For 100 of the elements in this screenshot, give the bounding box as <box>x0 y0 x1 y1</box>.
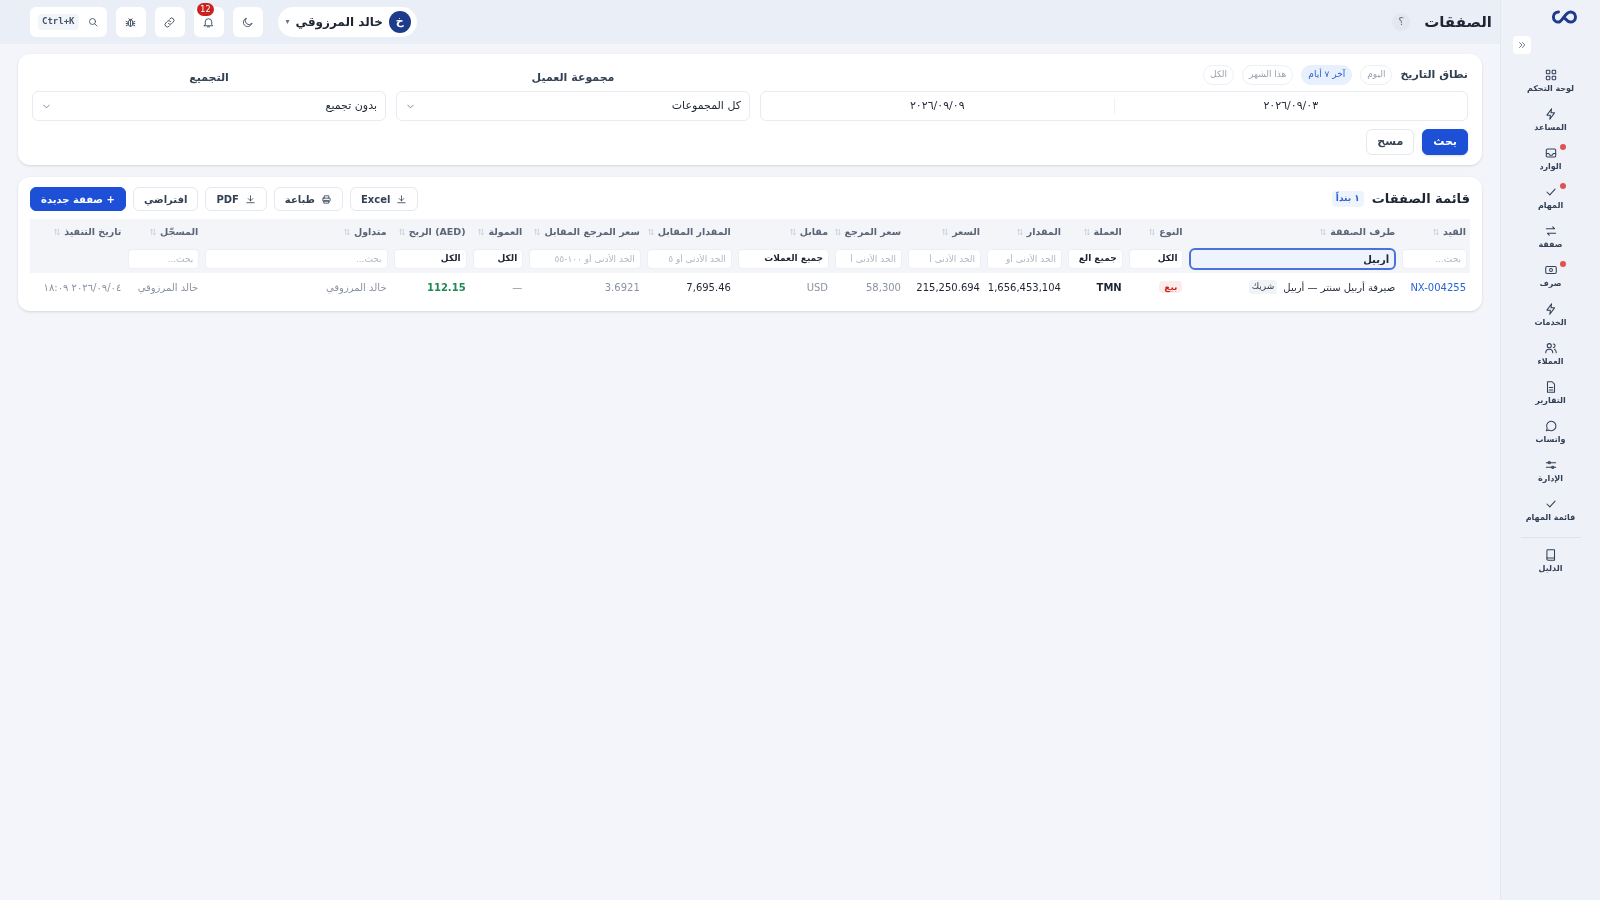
table-cell: خالد المرزوقي <box>137 281 199 293</box>
sidebar-item[interactable]: الدليل <box>1515 548 1586 574</box>
bug-report-button[interactable] <box>115 7 146 37</box>
search-button[interactable]: Ctrl+K <box>30 7 107 37</box>
sort-icon <box>1319 228 1328 236</box>
lightning-icon <box>1543 302 1558 316</box>
toolbar-button[interactable]: طباعة <box>273 187 343 211</box>
sidebar-item[interactable]: صفقة <box>1515 224 1586 250</box>
sell-badge: بيع <box>1159 281 1183 294</box>
column-header[interactable]: المسجّل <box>149 224 199 240</box>
sort-icon <box>1082 228 1091 236</box>
column-header[interactable]: القيد <box>1431 224 1466 240</box>
sort-icon <box>833 228 842 236</box>
sidebar-item[interactable]: المهام <box>1515 185 1586 211</box>
swap-arrows-icon <box>1543 224 1558 238</box>
download-icon <box>396 193 408 205</box>
partner-tag: شريك <box>1248 280 1278 294</box>
sort-icon <box>342 228 351 236</box>
sidebar-item[interactable]: الخدمات <box>1515 302 1586 328</box>
date-preset-chip[interactable]: آخر ٧ أيام <box>1301 65 1353 85</box>
filter-dropdown[interactable]: جميع العملات <box>737 249 830 269</box>
sidebar-item[interactable]: صرف <box>1515 263 1586 289</box>
filter-dropdown[interactable]: الكل <box>393 249 467 269</box>
column-header[interactable]: المقدار <box>1015 224 1061 240</box>
column-header[interactable]: المقدار المقابل <box>646 224 731 240</box>
search-icon <box>86 16 99 28</box>
column-header[interactable]: السعر <box>941 224 980 240</box>
table-cell-text: صيرفة أربيل سنتر — أربيل <box>1283 280 1396 295</box>
link-button[interactable] <box>154 7 185 37</box>
table-cell: 1,656,453,104 <box>987 281 1061 293</box>
dropdown-field[interactable]: بدون تجميع <box>32 91 386 121</box>
bug-icon <box>124 15 137 29</box>
table-cell: USD <box>806 281 829 293</box>
column-header[interactable]: سعر المرجع المقابل <box>533 224 640 240</box>
notification-count: 12 <box>197 3 214 16</box>
sort-icon <box>397 228 406 236</box>
sidebar-item[interactable]: الوارد <box>1515 146 1586 172</box>
toolbar-button[interactable]: PDF <box>205 187 267 211</box>
shortcut-key: Ctrl+K <box>38 14 79 30</box>
toolbar-button[interactable]: + صفقة جديدة <box>30 187 126 211</box>
table-cell: 215,250.694 <box>916 281 980 293</box>
filter-input[interactable]: أربيل <box>1189 248 1397 270</box>
banknote-icon <box>1543 263 1558 277</box>
column-header[interactable]: العمولة <box>477 224 523 240</box>
field-label: نطاق التاريخ <box>1400 66 1468 83</box>
column-header[interactable]: العملة <box>1082 224 1122 240</box>
table-cell: 58,300 <box>866 281 901 293</box>
column-header[interactable]: مقابل <box>788 224 829 240</box>
lightning-icon <box>1543 107 1558 121</box>
field-label: التجميع <box>189 69 229 86</box>
collapse-button[interactable] <box>1513 36 1531 54</box>
column-header[interactable]: سعر المرجع <box>833 224 901 240</box>
count-badge: ١ بنداً <box>1331 191 1364 207</box>
theme-toggle-button[interactable] <box>232 7 263 37</box>
column-header[interactable]: (AED) الربح <box>397 224 466 240</box>
sort-icon <box>941 228 950 236</box>
sort-icon <box>788 228 797 236</box>
download-icon <box>244 193 256 205</box>
table-cell: خالد المرزوقي <box>326 281 387 293</box>
toolbar-button[interactable]: افتراضي <box>132 187 199 211</box>
sidebar-item[interactable]: الإدارة <box>1515 458 1586 484</box>
deal-link[interactable]: NX-004255 <box>1410 281 1466 293</box>
users-icon <box>1543 341 1558 355</box>
column-header[interactable]: طرف الصفقة <box>1319 224 1396 240</box>
sort-icon <box>477 228 486 236</box>
help-button[interactable]: ؟ <box>1392 13 1411 31</box>
search-button[interactable]: بحث <box>1422 129 1468 155</box>
sort-icon <box>1015 228 1024 236</box>
sidebar-item[interactable]: العملاء <box>1515 341 1586 367</box>
sidebar-item[interactable]: واتساب <box>1515 419 1586 445</box>
sort-icon <box>1431 228 1440 236</box>
column-header[interactable]: النوع <box>1148 224 1183 240</box>
printer-icon <box>321 193 332 205</box>
filter-input[interactable]: بحث... <box>205 249 388 269</box>
column-header[interactable]: متداول <box>342 224 387 240</box>
user-avatar: خ <box>388 11 411 33</box>
grid-icon <box>1543 68 1558 82</box>
sidebar-item[interactable]: قائمة المهام <box>1515 497 1586 523</box>
filter-dropdown[interactable]: الكل <box>1128 249 1184 269</box>
filter-dropdown[interactable]: جميع الع <box>1067 249 1123 269</box>
table-cell: 7,695.46 <box>686 281 731 293</box>
table-title: قائمة الصفقات <box>1371 190 1470 209</box>
column-header[interactable]: تاريخ التنفيذ <box>53 224 122 240</box>
date-range-field[interactable]: ٢٠٢٦/٠٩/٠٣ ٢٠٢٦/٠٩/٠٩ <box>760 91 1468 121</box>
filter-dropdown[interactable]: الكل <box>472 249 524 269</box>
sliders-icon <box>1543 458 1558 472</box>
sort-icon <box>533 228 542 236</box>
sidebar-item[interactable]: التقارير <box>1515 380 1586 406</box>
dropdown-field[interactable]: كل المجموعات <box>396 91 750 121</box>
sidebar-item[interactable]: المساعد <box>1515 107 1586 133</box>
filter-input[interactable]: بحث... <box>1402 249 1467 269</box>
user-menu-button[interactable]: خ خالد المرزوقي ▾ <box>277 7 417 37</box>
filter-input[interactable]: بحث... <box>128 249 200 269</box>
page-title: الصفقات <box>1424 11 1492 33</box>
clear-button[interactable]: مسح <box>1366 129 1415 155</box>
date-from-value: ٢٠٢٦/٠٩/٠٣ <box>1263 98 1319 112</box>
toolbar-button[interactable]: Excel <box>350 187 419 211</box>
sidebar-item[interactable]: لوحة التحكم <box>1515 68 1586 94</box>
table-cell: ٢٠٢٦/٠٩/٠٤ ١٨:٠٩ <box>43 281 122 293</box>
book-icon <box>1543 548 1558 562</box>
